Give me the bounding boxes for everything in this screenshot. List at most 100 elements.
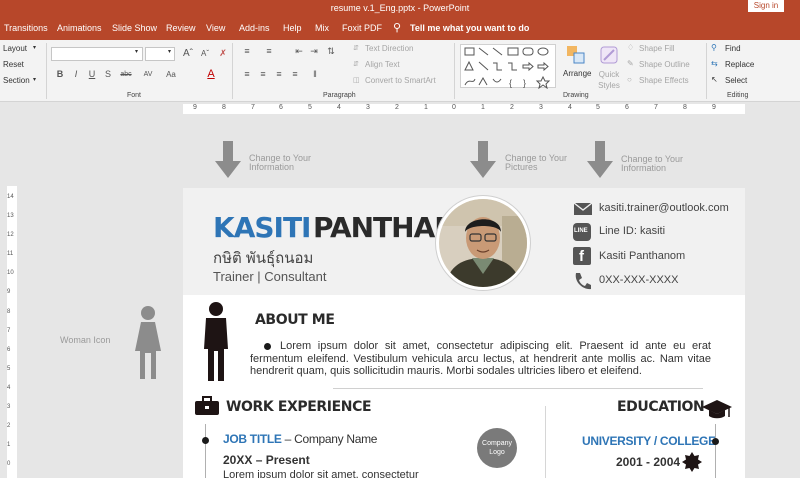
replace-button[interactable]: Replace	[725, 60, 754, 69]
shadow-button[interactable]: S	[101, 68, 115, 81]
tab-add-ins[interactable]: Add-ins	[239, 23, 270, 33]
decrease-indent-button[interactable]: ⇤	[292, 45, 306, 58]
first-name: KASITI	[213, 211, 311, 244]
ruler-number: 13	[7, 213, 14, 219]
svg-text:{: {	[509, 78, 512, 88]
underline-button[interactable]: U	[85, 68, 99, 81]
hint-change-info: Change to Your Information	[621, 154, 684, 173]
university-name: UNIVERSITY / COLLEGE	[582, 434, 716, 448]
ruler-number: 7	[7, 328, 11, 334]
tab-animations[interactable]: Animations	[57, 23, 102, 33]
svg-text:}: }	[523, 78, 526, 88]
bullets-button[interactable]: ≡	[240, 45, 254, 58]
vertical-ruler[interactable]: 14 13 12 11 10 9 8 7 6 5 4 3 2 1 0	[7, 186, 17, 478]
sign-in-button[interactable]: Sign in	[748, 0, 784, 12]
strikethrough-button[interactable]: abc	[117, 68, 135, 81]
woman-icon[interactable]	[130, 305, 166, 383]
increase-indent-button[interactable]: ⇥	[307, 45, 321, 58]
italic-button[interactable]: I	[69, 68, 83, 81]
job-title: JOB TITLE	[223, 432, 282, 446]
align-left-button[interactable]: ≡	[240, 68, 254, 81]
tab-transitions[interactable]: Transitions	[4, 23, 48, 33]
slide[interactable]: KASITI PANTHANOM กษิติ พันธุ์ถนอม Traine…	[183, 188, 745, 478]
job-heading: JOB TITLE – Company Name	[223, 432, 377, 446]
work-experience-title: WORK EXPERIENCE	[226, 399, 372, 415]
company-logo[interactable]: Company Logo	[477, 428, 517, 468]
text-direction-button[interactable]: Text Direction	[365, 44, 413, 53]
find-button[interactable]: Find	[725, 44, 741, 53]
down-arrow-icon	[214, 141, 242, 181]
justify-button[interactable]: ≡	[288, 68, 302, 81]
briefcase-icon	[195, 396, 219, 418]
chevron-down-icon: ▾	[135, 49, 139, 55]
drawing-group-label: Drawing	[563, 92, 589, 99]
line-spacing-button[interactable]: ⇅	[324, 45, 338, 58]
hint-change-pictures: Change to Your Pictures	[505, 153, 568, 172]
align-right-button[interactable]: ≡	[272, 68, 286, 81]
convert-smartart-button[interactable]: Convert to SmartArt	[365, 76, 436, 85]
ruler-number: 5	[7, 366, 11, 372]
tab-mix[interactable]: Mix	[315, 23, 329, 33]
shape-effects-button[interactable]: Shape Effects	[639, 76, 689, 85]
ruler-number: 4	[568, 104, 572, 111]
ribbon: Layout ▾ Reset Section ▾ ▾ ▾ Aˆ Aˇ ✗ B I…	[0, 40, 800, 102]
tab-slide-show[interactable]: Slide Show	[112, 23, 157, 33]
shape-fill-icon: ♢	[627, 43, 635, 52]
shape-outline-icon: ✎	[627, 59, 634, 68]
timeline-dot	[712, 438, 719, 445]
shapes-gallery[interactable]: {}	[460, 44, 556, 90]
chevron-down-icon: ▾	[168, 49, 172, 55]
editing-group-label: Editing	[727, 92, 749, 99]
ruler-number: 5	[596, 104, 600, 111]
badge-icon	[682, 452, 702, 474]
tab-review[interactable]: Review	[166, 23, 196, 33]
select-icon: ↖	[711, 75, 718, 84]
tab-view[interactable]: View	[206, 23, 225, 33]
ruler-number: 10	[7, 270, 14, 276]
clear-formatting-button[interactable]: ✗	[216, 47, 230, 60]
email-text: kasiti.trainer@outlook.com	[599, 202, 729, 214]
char-spacing-button[interactable]: AV	[139, 68, 157, 81]
layout-button[interactable]: Layout	[3, 44, 27, 53]
numbering-button[interactable]: ≡	[262, 45, 276, 58]
select-button[interactable]: Select	[725, 76, 747, 85]
quick-styles-button[interactable]: Quick Styles	[593, 69, 625, 91]
email-icon	[573, 201, 593, 217]
shrink-font-button[interactable]: Aˇ	[198, 47, 212, 60]
title-bar: resume v.1_Eng.pptx - PowerPoint Sign in	[0, 0, 800, 18]
columns-button[interactable]: ‖	[308, 68, 322, 81]
shape-fill-button[interactable]: Shape Fill	[639, 44, 675, 53]
tab-foxit-pdf[interactable]: Foxit PDF	[342, 23, 382, 33]
window-title: resume v.1_Eng.pptx - PowerPoint	[330, 3, 470, 13]
divider	[232, 43, 233, 99]
ruler-number: 0	[452, 104, 456, 111]
tell-me-box[interactable]: Tell me what you want to do	[410, 23, 529, 33]
section-button[interactable]: Section	[3, 76, 30, 85]
font-group-label: Font	[127, 92, 142, 99]
font-color-button[interactable]: A	[204, 68, 218, 81]
horizontal-ruler[interactable]: 9 8 7 6 5 4 3 2 1 0 1 2 3 4 5 6 7 8 9	[183, 104, 745, 114]
hint-change-info: Change to Your Information	[249, 153, 312, 172]
education-title: EDUCATION	[617, 399, 705, 415]
tab-help[interactable]: Help	[283, 23, 302, 33]
profile-photo[interactable]	[435, 195, 531, 291]
change-case-button[interactable]: Aa	[162, 68, 180, 81]
bold-button[interactable]: B	[53, 68, 67, 81]
align-center-button[interactable]: ≡	[256, 68, 270, 81]
divider	[706, 43, 707, 99]
reset-button[interactable]: Reset	[3, 60, 24, 69]
ruler-number: 6	[625, 104, 629, 111]
align-text-button[interactable]: Align Text	[365, 60, 400, 69]
ruler-number: 4	[337, 104, 341, 111]
divider	[454, 43, 455, 99]
man-icon	[200, 301, 232, 385]
about-me-text: Lorem ipsum dolor sit amet, consectetur …	[250, 340, 711, 377]
arrange-button[interactable]: Arrange	[563, 69, 591, 78]
grow-font-button[interactable]: Aˆ	[181, 47, 195, 60]
font-name-input[interactable]	[51, 47, 143, 61]
ruler-number: 1	[424, 104, 428, 111]
search-icon: ⚲	[711, 43, 717, 52]
down-arrow-icon	[586, 141, 614, 181]
line-app-icon: LINE	[573, 223, 591, 241]
shape-outline-button[interactable]: Shape Outline	[639, 60, 690, 69]
